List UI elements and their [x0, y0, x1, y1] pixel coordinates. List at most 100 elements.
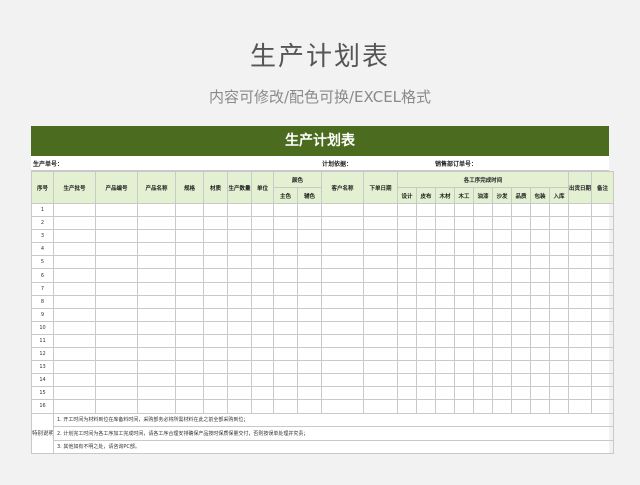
table-cell[interactable] [296, 294, 323, 309]
table-cell[interactable] [53, 255, 96, 270]
table-cell[interactable] [273, 255, 298, 270]
table-cell[interactable] [397, 294, 418, 309]
table-cell[interactable] [203, 229, 228, 244]
table-cell[interactable] [454, 216, 475, 231]
table-cell[interactable] [454, 399, 475, 414]
table-cell[interactable] [492, 333, 513, 349]
table-cell[interactable] [137, 399, 176, 414]
table-cell[interactable] [321, 333, 365, 349]
table-cell[interactable] [549, 268, 570, 283]
table-cell[interactable] [492, 255, 513, 270]
table-cell[interactable] [227, 294, 252, 309]
table-cell[interactable] [227, 386, 252, 401]
table-cell[interactable] [53, 229, 96, 244]
table-cell[interactable] [363, 268, 399, 283]
table-cell[interactable] [568, 333, 593, 349]
table-cell[interactable] [227, 229, 252, 244]
table-cell[interactable] [549, 216, 570, 231]
table-cell[interactable] [363, 360, 399, 375]
table-cell[interactable] [568, 281, 593, 296]
table-cell[interactable] [203, 216, 228, 231]
table-cell[interactable] [435, 268, 456, 283]
table-cell[interactable] [273, 294, 298, 309]
table-cell[interactable] [473, 268, 494, 283]
table-cell[interactable] [363, 386, 399, 401]
table-cell[interactable] [203, 347, 228, 362]
table-cell[interactable] [273, 399, 298, 414]
table-cell[interactable] [549, 399, 570, 414]
table-cell[interactable] [591, 386, 615, 401]
table-cell[interactable] [473, 229, 494, 244]
table-cell[interactable] [511, 216, 532, 231]
table-cell[interactable] [530, 333, 551, 349]
table-cell[interactable] [251, 229, 274, 244]
table-cell[interactable] [568, 202, 593, 218]
table-cell[interactable] [397, 255, 418, 270]
table-cell[interactable] [530, 202, 551, 218]
table-cell[interactable] [95, 294, 138, 309]
table-cell[interactable] [473, 360, 494, 375]
table-cell[interactable] [137, 294, 176, 309]
table-cell[interactable] [454, 307, 475, 322]
table-cell[interactable] [473, 242, 494, 257]
table-cell[interactable] [175, 268, 204, 283]
table-cell[interactable] [530, 229, 551, 244]
table-cell[interactable] [296, 399, 323, 414]
table-cell[interactable] [321, 307, 365, 322]
table-cell[interactable] [568, 229, 593, 244]
table-cell[interactable] [416, 373, 437, 388]
table-cell[interactable] [137, 216, 176, 231]
table-cell[interactable] [591, 307, 615, 322]
table-cell[interactable] [273, 333, 298, 349]
table-cell[interactable] [175, 360, 204, 375]
table-cell[interactable] [591, 268, 615, 283]
table-cell[interactable] [549, 320, 570, 335]
table-cell[interactable] [568, 373, 593, 388]
table-cell[interactable] [511, 320, 532, 335]
table-cell[interactable] [454, 386, 475, 401]
table-cell[interactable] [53, 347, 96, 362]
table-cell[interactable] [530, 281, 551, 296]
table-cell[interactable] [435, 294, 456, 309]
table-cell[interactable] [227, 347, 252, 362]
table-cell[interactable] [251, 255, 274, 270]
table-cell[interactable] [397, 373, 418, 388]
table-cell[interactable] [530, 216, 551, 231]
table-cell[interactable] [296, 373, 323, 388]
table-cell[interactable] [137, 242, 176, 257]
table-cell[interactable] [95, 216, 138, 231]
table-cell[interactable] [175, 307, 204, 322]
table-cell[interactable] [203, 360, 228, 375]
table-cell[interactable] [591, 229, 615, 244]
table-cell[interactable] [473, 347, 494, 362]
table-cell[interactable] [416, 242, 437, 257]
table-cell[interactable] [549, 373, 570, 388]
table-cell[interactable] [273, 216, 298, 231]
table-cell[interactable] [137, 360, 176, 375]
table-cell[interactable] [95, 320, 138, 335]
table-cell[interactable] [492, 281, 513, 296]
table-cell[interactable] [591, 294, 615, 309]
table-cell[interactable] [95, 202, 138, 218]
table-cell[interactable] [549, 360, 570, 375]
table-cell[interactable] [273, 373, 298, 388]
table-cell[interactable] [53, 373, 96, 388]
table-cell[interactable] [251, 333, 274, 349]
table-cell[interactable] [203, 202, 228, 218]
table-cell[interactable] [511, 373, 532, 388]
table-cell[interactable] [227, 333, 252, 349]
table-cell[interactable] [273, 320, 298, 335]
table-cell[interactable] [568, 399, 593, 414]
table-cell[interactable] [568, 294, 593, 309]
table-cell[interactable] [549, 255, 570, 270]
table-cell[interactable] [175, 347, 204, 362]
table-cell[interactable] [492, 268, 513, 283]
table-cell[interactable] [363, 294, 399, 309]
table-cell[interactable] [273, 281, 298, 296]
table-cell[interactable] [591, 202, 615, 218]
table-cell[interactable] [203, 386, 228, 401]
table-cell[interactable] [251, 373, 274, 388]
table-cell[interactable] [511, 281, 532, 296]
table-cell[interactable] [511, 294, 532, 309]
table-cell[interactable] [473, 399, 494, 414]
